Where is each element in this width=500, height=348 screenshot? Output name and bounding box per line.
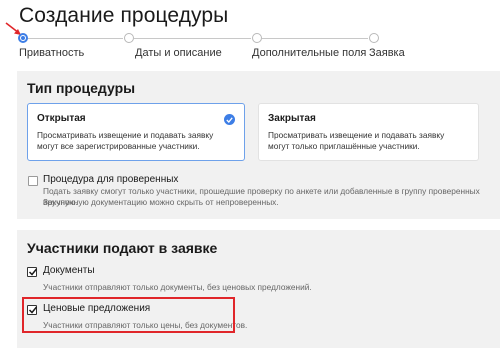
verified-only-label[interactable]: Процедура для проверенных xyxy=(43,174,178,185)
closed-procedure-card[interactable]: Закрытая Просматривать извещение и подав… xyxy=(258,103,479,161)
open-card-description-2: могут все зарегистрированные участники. xyxy=(37,141,200,151)
documents-label[interactable]: Документы xyxy=(43,265,95,276)
step-connector xyxy=(24,38,123,39)
procedure-type-panel: Тип процедуры Открытая Просматривать изв… xyxy=(17,71,500,219)
step-privacy-indicator[interactable] xyxy=(18,33,28,43)
open-card-description-1: Просматривать извещение и подавать заявк… xyxy=(37,130,214,140)
verified-only-checkbox[interactable] xyxy=(28,176,38,186)
procedure-type-title: Тип процедуры xyxy=(27,80,136,96)
closed-card-description-2: могут только приглашённые участники. xyxy=(268,141,420,151)
step-dates-indicator[interactable] xyxy=(124,33,134,43)
step-bid-indicator[interactable] xyxy=(369,33,379,43)
selected-check-icon xyxy=(224,114,235,125)
open-card-title: Открытая xyxy=(37,113,86,124)
step-connector xyxy=(262,38,368,39)
closed-card-title: Закрытая xyxy=(268,113,316,124)
highlight-frame xyxy=(22,297,235,333)
step-bid-label[interactable]: Заявка xyxy=(369,47,405,59)
bid-contents-title: Участники подают в заявке xyxy=(27,240,218,256)
checkmark-icon xyxy=(28,268,38,276)
open-procedure-card[interactable]: Открытая Просматривать извещение и подав… xyxy=(27,103,245,161)
step-privacy-label[interactable]: Приватность xyxy=(19,47,84,59)
step-fields-label[interactable]: Дополнительные поля xyxy=(252,47,366,59)
stepper: Приватность Даты и описание Дополнительн… xyxy=(0,32,500,62)
step-fields-indicator[interactable] xyxy=(252,33,262,43)
verified-only-description-2: Закупочную документацию можно скрыть от … xyxy=(43,197,279,207)
documents-checkbox[interactable] xyxy=(27,267,38,277)
page-title: Создание процедуры xyxy=(19,4,229,27)
step-dates-label[interactable]: Даты и описание xyxy=(135,47,222,59)
step-connector xyxy=(134,38,251,39)
documents-description: Участники отправляют только документы, б… xyxy=(43,282,312,292)
closed-card-description-1: Просматривать извещение и подавать заявк… xyxy=(268,130,445,140)
